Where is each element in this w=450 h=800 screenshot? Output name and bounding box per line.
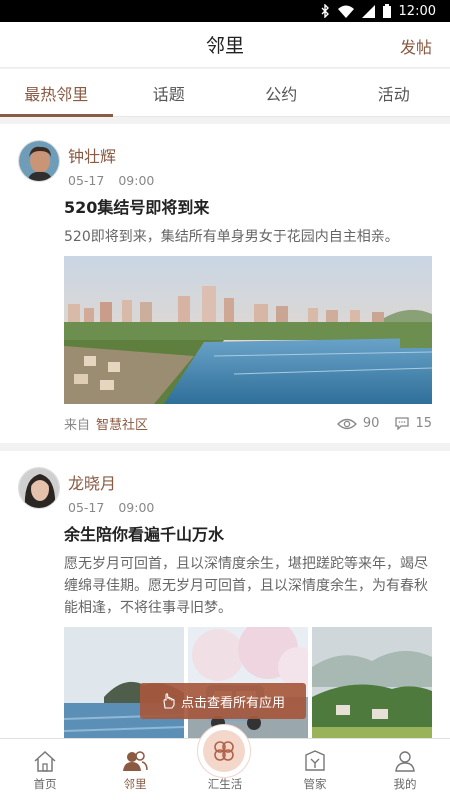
author-name[interactable]: 钟壮辉 [68, 143, 154, 167]
tab-bar: 最热邻里 话题 公约 活动 [0, 69, 450, 117]
post-time: 09:00 [118, 500, 155, 515]
post-date: 05-17 [68, 500, 105, 515]
source-link[interactable]: 智慧社区 [96, 414, 148, 433]
tab-topics[interactable]: 话题 [113, 69, 226, 116]
post-timestamp: 05-17 09:00 [68, 173, 154, 188]
nav-neighbors[interactable]: 邻里 [90, 739, 180, 800]
page-title: 邻里 [205, 35, 244, 57]
post-card[interactable]: 钟壮辉 05-17 09:00 520集结号即将到来 520即将到来，集结所有单身… [0, 124, 450, 443]
grid-image[interactable] [312, 627, 432, 742]
view-all-apps-toast[interactable]: 点击查看所有应用 [140, 683, 306, 719]
signal-icon [361, 4, 375, 18]
post-author: 钟壮辉 05-17 09:00 [18, 140, 432, 188]
post-date: 05-17 [68, 173, 105, 188]
tab-convention[interactable]: 公约 [225, 69, 338, 116]
nav-label: 汇生活 [207, 777, 243, 791]
clover-icon [214, 741, 234, 761]
toast-text: 点击查看所有应用 [180, 695, 285, 711]
neighbors-icon [123, 751, 148, 771]
nav-home[interactable]: 首页 [0, 739, 90, 800]
comment-icon[interactable] [395, 417, 410, 430]
post-time: 09:00 [118, 173, 155, 188]
wifi-icon [337, 5, 354, 18]
status-bar: 12:00 [0, 0, 450, 22]
avatar[interactable] [18, 467, 60, 509]
post-body: 520即将到来，集结所有单身男女于花园内自主相亲。 [64, 229, 399, 245]
post-footer: 来自 智慧社区 90 15 [64, 414, 432, 433]
nav-butler[interactable]: 管家 [270, 739, 360, 800]
life-center-button[interactable] [197, 724, 251, 778]
battery-icon [382, 4, 391, 18]
butler-icon [305, 750, 325, 771]
tap-hand-icon [163, 693, 175, 709]
comment-count: 15 [415, 416, 432, 431]
avatar[interactable] [18, 140, 60, 182]
user-icon [395, 751, 415, 772]
post-image[interactable] [64, 256, 432, 404]
tab-hottest[interactable]: 最热邻里 [0, 69, 113, 117]
nav-label: 我的 [393, 777, 417, 791]
view-count: 90 [362, 416, 380, 431]
nav-label: 管家 [303, 777, 327, 791]
post-author: 龙晓月 05-17 09:00 [18, 467, 432, 515]
post-title[interactable]: 520集结号即将到来 [64, 194, 432, 218]
nav-label: 首页 [33, 777, 57, 791]
post-body: 愿无岁月可回首，且以深情度余生，堪把蹉跎等来年，竭尽缠绵寻佳期。愿无岁月可回首，… [64, 556, 428, 616]
status-time: 12:00 [398, 3, 436, 19]
source-prefix: 来自 [64, 418, 91, 433]
post-stats: 90 15 [336, 416, 432, 431]
nav-mine[interactable]: 我的 [360, 739, 450, 800]
tab-activities[interactable]: 活动 [338, 69, 450, 116]
post-title[interactable]: 余生陪你看遍千山万水 [64, 521, 432, 545]
center-button-inner [203, 730, 245, 772]
post-button[interactable]: 发帖 [400, 34, 432, 58]
eye-icon [336, 418, 357, 429]
author-name[interactable]: 龙晓月 [68, 470, 154, 494]
app-header: 邻里 发帖 [0, 22, 450, 68]
home-icon [34, 750, 56, 772]
nav-label: 邻里 [123, 777, 147, 791]
post-timestamp: 05-17 09:00 [68, 500, 154, 515]
bluetooth-icon [321, 4, 329, 18]
